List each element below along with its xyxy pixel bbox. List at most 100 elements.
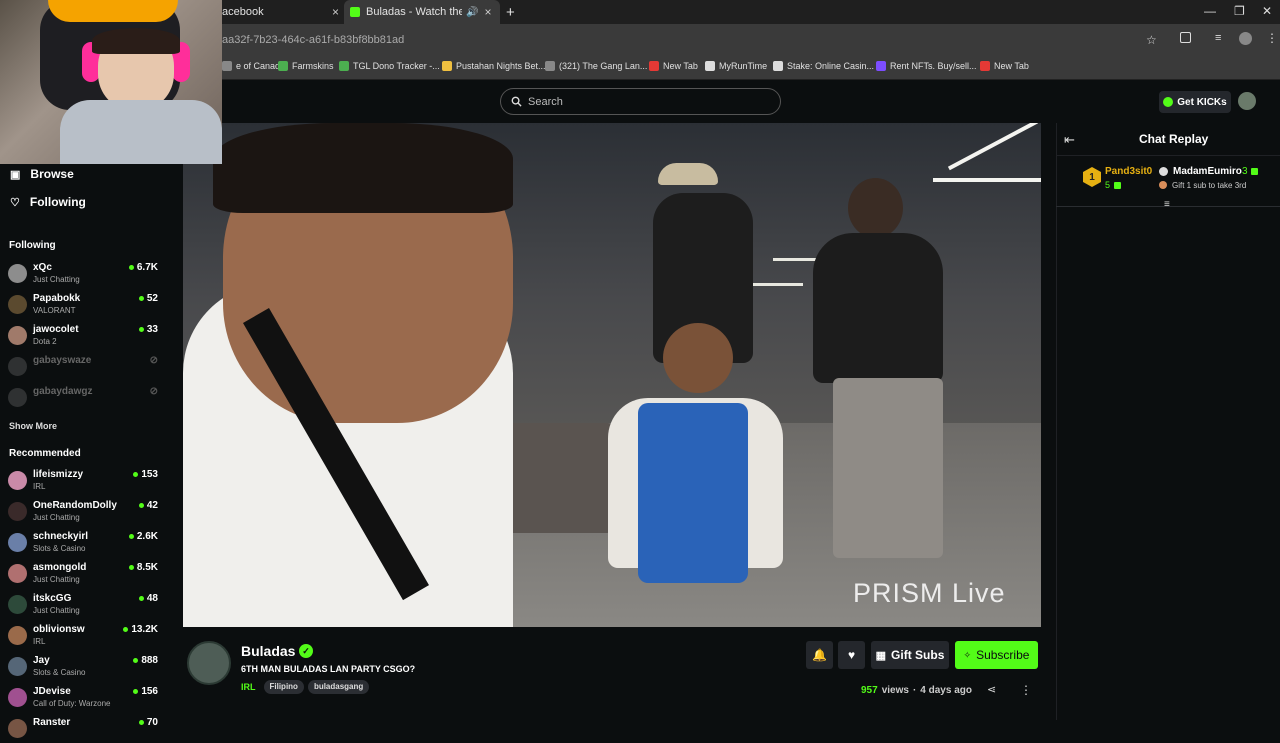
bell-icon[interactable]: 🔔	[806, 641, 833, 669]
tab-buladas[interactable]: Buladas - Watch the VOD o 🔊 ×	[344, 0, 500, 24]
bookmark-label: (321) The Gang Lan...	[559, 61, 648, 71]
close-icon[interactable]: ×	[484, 5, 491, 19]
sidebar-channel[interactable]: gabaydawgz ⊘	[8, 384, 158, 412]
streamer-name[interactable]: Buladas	[241, 643, 295, 659]
viewer-count: 70	[138, 717, 158, 728]
close-window-icon[interactable]: ✕	[1262, 4, 1272, 18]
viewer-count: 6.7K	[128, 262, 158, 273]
speaker-icon[interactable]: 🔊	[466, 7, 478, 18]
person-head	[848, 178, 903, 238]
channel-category: Dota 2	[33, 337, 57, 346]
extensions-icon[interactable]	[1180, 32, 1191, 43]
viewer-count: 42	[138, 500, 158, 511]
sidebar-item-browse[interactable]: ▣ Browse	[10, 167, 74, 181]
sidebar-channel[interactable]: Jay Slots & Casino 888	[8, 653, 158, 681]
share-icon[interactable]: ⋖	[987, 683, 996, 696]
channel-name: oblivionsw	[33, 624, 85, 635]
channel-avatar	[8, 388, 27, 407]
get-kicks-button[interactable]: Get KICKs	[1159, 91, 1231, 113]
sidebar-channel[interactable]: asmongold Just Chatting 8.5K	[8, 560, 158, 588]
bookmark-label: TGL Dono Tracker -...	[353, 61, 440, 71]
kick-logo-icon	[350, 7, 360, 17]
sidebar-channel[interactable]: JDevise Call of Duty: Warzone 156	[8, 684, 158, 712]
viewer-count-value: 8.5K	[136, 562, 158, 573]
live-dot-icon	[133, 472, 139, 477]
tab-facebook[interactable]: acebook ×	[222, 0, 342, 24]
viewer-count-value: 888	[141, 655, 158, 666]
sidebar-channel[interactable]: Ranster 70	[8, 715, 158, 743]
sidebar-channel[interactable]: oblivionsw IRL 13.2K	[8, 622, 158, 650]
live-dot-icon	[133, 658, 139, 663]
sidebar-channel[interactable]: schneckyirl Slots & Casino 2.6K	[8, 529, 158, 557]
live-dot-icon	[128, 534, 134, 539]
channel-category: VALORANT	[33, 306, 76, 315]
bookmark-item[interactable]: Rent NFTs. Buy/sell...	[876, 61, 977, 71]
subscribe-button[interactable]: ✧ Subscribe	[955, 641, 1038, 669]
show-more-link[interactable]: Show More	[9, 421, 57, 431]
channel-category: Just Chatting	[33, 575, 80, 584]
expand-pinned-icon[interactable]: ≡	[1164, 199, 1170, 210]
category-link[interactable]: IRL	[241, 682, 256, 692]
star-icon[interactable]: ☆	[1146, 33, 1157, 47]
gift-subs-button[interactable]: ▦ Gift Subs	[871, 641, 949, 669]
compass-icon: ▣	[10, 168, 21, 181]
heart-follow-button[interactable]: ♥	[838, 641, 865, 669]
close-icon[interactable]: ×	[332, 5, 339, 19]
sidebar-channel[interactable]: lifeismizzy IRL 153	[8, 467, 158, 495]
sidebar-channel[interactable]: gabayswaze ⊘	[8, 353, 158, 381]
ceiling-light	[947, 123, 1039, 171]
sidebar-channel[interactable]: OneRandomDolly Just Chatting 42	[8, 498, 158, 526]
bookmark-item[interactable]: TGL Dono Tracker -...	[339, 61, 440, 71]
bookmark-item[interactable]: Farmskins	[278, 61, 334, 71]
restore-icon[interactable]: ❐	[1234, 4, 1245, 18]
search-input[interactable]: Search	[500, 88, 781, 115]
user-avatar[interactable]	[1238, 92, 1256, 110]
channel-name: xQc	[33, 262, 52, 273]
tag-buladasgang[interactable]: buladasgang	[307, 680, 370, 694]
offline-icon: ⊘	[149, 386, 158, 397]
bookmark-item[interactable]: New Tab	[649, 61, 698, 71]
url-field[interactable]: aa32f-7b23-464c-a61f-b83bf8bb81ad	[222, 34, 404, 46]
sidebar-channel[interactable]: xQc Just Chatting 6.7K	[8, 260, 158, 288]
chat-user[interactable]: Pand3sit0	[1105, 166, 1152, 177]
bookmark-favicon-icon	[773, 61, 783, 71]
channel-name: JDevise	[33, 686, 71, 697]
viewer-count-value: 153	[141, 469, 158, 480]
bookmark-label: Rent NFTs. Buy/sell...	[890, 61, 977, 71]
media-icon[interactable]: ≡	[1215, 32, 1221, 44]
sidebar-channel[interactable]: itskcGG Just Chatting 48	[8, 591, 158, 619]
minimize-icon[interactable]: —	[1204, 4, 1216, 18]
sidebar-item-following[interactable]: ♡ Following	[10, 195, 86, 209]
viewer-count-value: 156	[141, 686, 158, 697]
gift-icon	[1159, 181, 1167, 189]
sidebar-channel[interactable]: jawocolet Dota 2 33	[8, 322, 158, 350]
viewer-count: 52	[138, 293, 158, 304]
collapse-chat-icon[interactable]: ⇤	[1064, 132, 1075, 148]
tag-filipino[interactable]: Filipino	[263, 680, 304, 694]
bookmark-item[interactable]: Pustahan Nights Bet...	[442, 61, 546, 71]
more-options-icon[interactable]: ⋮	[1020, 683, 1032, 697]
get-kicks-label: Get KICKs	[1177, 96, 1227, 108]
bookmark-item[interactable]: Stake: Online Casin...	[773, 61, 874, 71]
person-standing	[813, 233, 943, 383]
menu-icon[interactable]: ⋮	[1266, 31, 1278, 45]
channel-avatar	[8, 626, 27, 645]
bookmark-item[interactable]: (321) The Gang Lan...	[545, 61, 647, 71]
chat-user[interactable]: MadamEumiro	[1173, 166, 1242, 177]
nav-label: Browse	[30, 167, 74, 181]
bookmark-item[interactable]: MyRunTime	[705, 61, 767, 71]
channel-avatar	[8, 357, 27, 376]
offline-icon: ⊘	[149, 355, 158, 366]
kicks-coin-icon	[1163, 97, 1174, 107]
new-tab-button[interactable]: +	[506, 0, 515, 24]
ceiling-light	[933, 178, 1041, 182]
bookmark-item[interactable]: New Tab	[980, 61, 1029, 71]
viewer-count-value: 2.6K	[136, 531, 158, 542]
video-player[interactable]: PRISM Live	[183, 123, 1041, 627]
channel-name: OneRandomDolly	[33, 500, 117, 511]
user-icon	[1159, 167, 1168, 176]
streamer-avatar[interactable]	[187, 641, 231, 685]
profile-icon[interactable]	[1239, 32, 1252, 45]
sub-count: 5	[1105, 180, 1111, 190]
sidebar-channel[interactable]: Papabokk VALORANT 52	[8, 291, 158, 319]
